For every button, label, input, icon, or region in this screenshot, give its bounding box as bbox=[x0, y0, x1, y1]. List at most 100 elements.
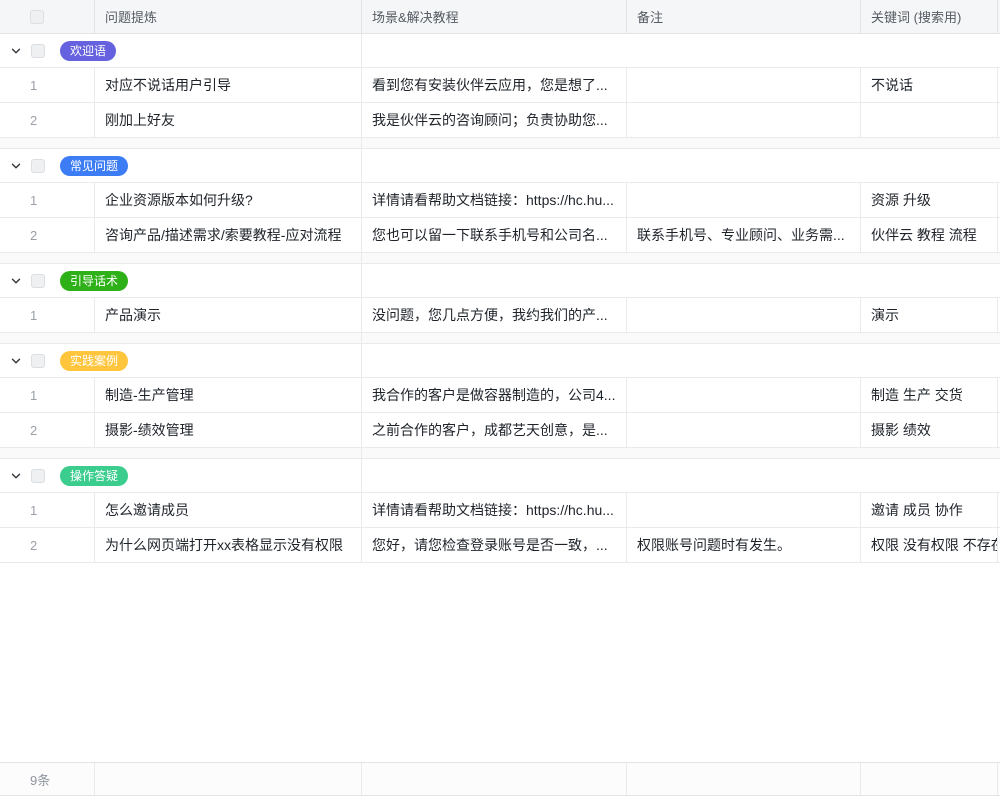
group-checkbox[interactable] bbox=[31, 274, 45, 288]
row-index-cell[interactable]: 1 bbox=[0, 298, 95, 332]
row-index-cell[interactable]: 2 bbox=[0, 528, 95, 562]
cell-note[interactable] bbox=[627, 298, 861, 332]
group-badge[interactable]: 引导话术 bbox=[60, 271, 128, 291]
cell-scenario[interactable]: 没问题，您几点方便，我约我们的产... bbox=[362, 298, 627, 332]
group-checkbox[interactable] bbox=[31, 159, 45, 173]
cell-scenario[interactable]: 详情请看帮助文档链接：https://hc.hu... bbox=[362, 493, 627, 527]
table-row: 1 企业资源版本如何升级? 详情请看帮助文档链接：https://hc.hu... 资… bbox=[0, 183, 1000, 218]
cell-question[interactable]: 产品演示 bbox=[95, 298, 362, 332]
group-header-row: 欢迎语 bbox=[0, 34, 1000, 68]
group-badge[interactable]: 欢迎语 bbox=[60, 41, 116, 61]
cell-note[interactable] bbox=[627, 183, 861, 217]
row-number: 2 bbox=[30, 538, 37, 553]
cell-keywords[interactable]: 伙伴云 教程 流程 bbox=[861, 218, 998, 252]
cell-question[interactable]: 咨询产品/描述需求/索要教程-应对流程 bbox=[95, 218, 362, 252]
cell-note[interactable] bbox=[627, 413, 861, 447]
cell-note[interactable]: 权限账号问题时有发生。 bbox=[627, 528, 861, 562]
empty-area bbox=[0, 563, 1000, 762]
column-header-keywords[interactable]: 关键词 (搜索用) bbox=[861, 0, 998, 33]
cell-text: 详情请看帮助文档链接：https://hc.hu... bbox=[372, 500, 614, 520]
row-index-cell[interactable]: 2 bbox=[0, 413, 95, 447]
cell-scenario[interactable]: 您好，请您检查登录账号是否一致，... bbox=[362, 528, 627, 562]
group-gap bbox=[0, 138, 1000, 149]
group-gap bbox=[0, 253, 1000, 264]
chevron-down-icon[interactable] bbox=[10, 275, 22, 287]
cell-scenario[interactable]: 之前合作的客户，成都艺天创意，是... bbox=[362, 413, 627, 447]
row-number: 2 bbox=[30, 228, 37, 243]
table-row: 1 产品演示 没问题，您几点方便，我约我们的产... 演示 bbox=[0, 298, 1000, 333]
cell-question[interactable]: 摄影-绩效管理 bbox=[95, 413, 362, 447]
gap-divider bbox=[0, 138, 362, 148]
group-badge[interactable]: 常见问题 bbox=[60, 156, 128, 176]
gap-divider bbox=[0, 448, 362, 458]
gap-divider bbox=[0, 253, 362, 263]
cell-keywords[interactable]: 制造 生产 交货 bbox=[861, 378, 998, 412]
row-index-cell[interactable]: 1 bbox=[0, 183, 95, 217]
cell-note[interactable] bbox=[627, 103, 861, 137]
cell-text: 资源 升级 bbox=[871, 190, 931, 210]
cell-keywords[interactable]: 权限 没有权限 不存在 bbox=[861, 528, 998, 562]
cell-keywords[interactable] bbox=[861, 103, 998, 137]
row-index-cell[interactable]: 1 bbox=[0, 493, 95, 527]
cell-question[interactable]: 企业资源版本如何升级? bbox=[95, 183, 362, 217]
row-index-cell[interactable]: 1 bbox=[0, 68, 95, 102]
cell-keywords[interactable]: 演示 bbox=[861, 298, 998, 332]
group-badge[interactable]: 操作答疑 bbox=[60, 466, 128, 486]
cell-scenario[interactable]: 详情请看帮助文档链接：https://hc.hu... bbox=[362, 183, 627, 217]
cell-text: 您好，请您检查登录账号是否一致，... bbox=[372, 535, 608, 555]
cell-keywords[interactable]: 摄影 绩效 bbox=[861, 413, 998, 447]
select-all-cell bbox=[0, 0, 95, 33]
cell-scenario[interactable]: 我合作的客户是做容器制造的，公司4... bbox=[362, 378, 627, 412]
cell-text: 企业资源版本如何升级? bbox=[105, 190, 253, 210]
cell-text: 摄影 绩效 bbox=[871, 420, 931, 440]
cell-text: 联系手机号、专业顾问、业务需... bbox=[637, 225, 845, 245]
groups-container: 欢迎语 1 对应不说话用户引导看到您有安装伙伴云应用，您是想了... 不说话 2 刚加上好… bbox=[0, 34, 1000, 563]
cell-question[interactable]: 制造-生产管理 bbox=[95, 378, 362, 412]
cell-text: 摄影-绩效管理 bbox=[105, 420, 194, 440]
cell-text: 权限 没有权限 不存在 bbox=[871, 535, 998, 555]
chevron-down-icon[interactable] bbox=[10, 470, 22, 482]
chevron-down-icon[interactable] bbox=[10, 355, 22, 367]
column-header-label: 关键词 (搜索用) bbox=[871, 7, 961, 26]
chevron-down-icon[interactable] bbox=[10, 160, 22, 172]
group-checkbox[interactable] bbox=[31, 469, 45, 483]
row-index-cell[interactable]: 2 bbox=[0, 218, 95, 252]
cell-keywords[interactable]: 不说话 bbox=[861, 68, 998, 102]
cell-note[interactable] bbox=[627, 68, 861, 102]
cell-keywords[interactable]: 邀请 成员 协作 bbox=[861, 493, 998, 527]
group-checkbox[interactable] bbox=[31, 44, 45, 58]
record-count: 9条 bbox=[30, 770, 50, 789]
column-header-note[interactable]: 备注 bbox=[627, 0, 861, 33]
column-header-scenario[interactable]: 场景&解决教程 bbox=[362, 0, 627, 33]
cell-note[interactable]: 联系手机号、专业顾问、业务需... bbox=[627, 218, 861, 252]
cell-keywords[interactable]: 资源 升级 bbox=[861, 183, 998, 217]
row-index-cell[interactable]: 1 bbox=[0, 378, 95, 412]
cell-question[interactable]: 对应不说话用户引导 bbox=[95, 68, 362, 102]
cell-scenario[interactable]: 我是伙伴云的咨询顾问；负责协助您... bbox=[362, 103, 627, 137]
group-header-row: 常见问题 bbox=[0, 149, 1000, 183]
select-all-checkbox[interactable] bbox=[30, 10, 44, 24]
cell-question[interactable]: 怎么邀请成员 bbox=[95, 493, 362, 527]
group-badge[interactable]: 实践案例 bbox=[60, 351, 128, 371]
cell-question[interactable]: 为什么网页端打开xx表格显示没有权限 bbox=[95, 528, 362, 562]
group-row-divider bbox=[361, 459, 362, 492]
group-row-divider bbox=[361, 34, 362, 67]
group-checkbox[interactable] bbox=[31, 354, 45, 368]
cell-text: 演示 bbox=[871, 305, 899, 325]
cell-note[interactable] bbox=[627, 378, 861, 412]
cell-text: 邀请 成员 协作 bbox=[871, 500, 963, 520]
column-header-question[interactable]: 问题提炼 bbox=[95, 0, 362, 33]
row-index-cell[interactable]: 2 bbox=[0, 103, 95, 137]
chevron-down-icon[interactable] bbox=[10, 45, 22, 57]
table-header-row: 问题提炼 场景&解决教程 备注 关键词 (搜索用) bbox=[0, 0, 1000, 34]
cell-scenario[interactable]: 您也可以留一下联系手机号和公司名... bbox=[362, 218, 627, 252]
cell-text: 没问题，您几点方便，我约我们的产... bbox=[372, 305, 608, 325]
cell-text: 怎么邀请成员 bbox=[105, 500, 189, 520]
row-number: 2 bbox=[30, 113, 37, 128]
cell-note[interactable] bbox=[627, 493, 861, 527]
cell-scenario[interactable]: 看到您有安装伙伴云应用，您是想了... bbox=[362, 68, 627, 102]
row-number: 1 bbox=[30, 78, 37, 93]
cell-text: 刚加上好友 bbox=[105, 110, 175, 130]
cell-question[interactable]: 刚加上好友 bbox=[95, 103, 362, 137]
cell-text: 产品演示 bbox=[105, 305, 161, 325]
